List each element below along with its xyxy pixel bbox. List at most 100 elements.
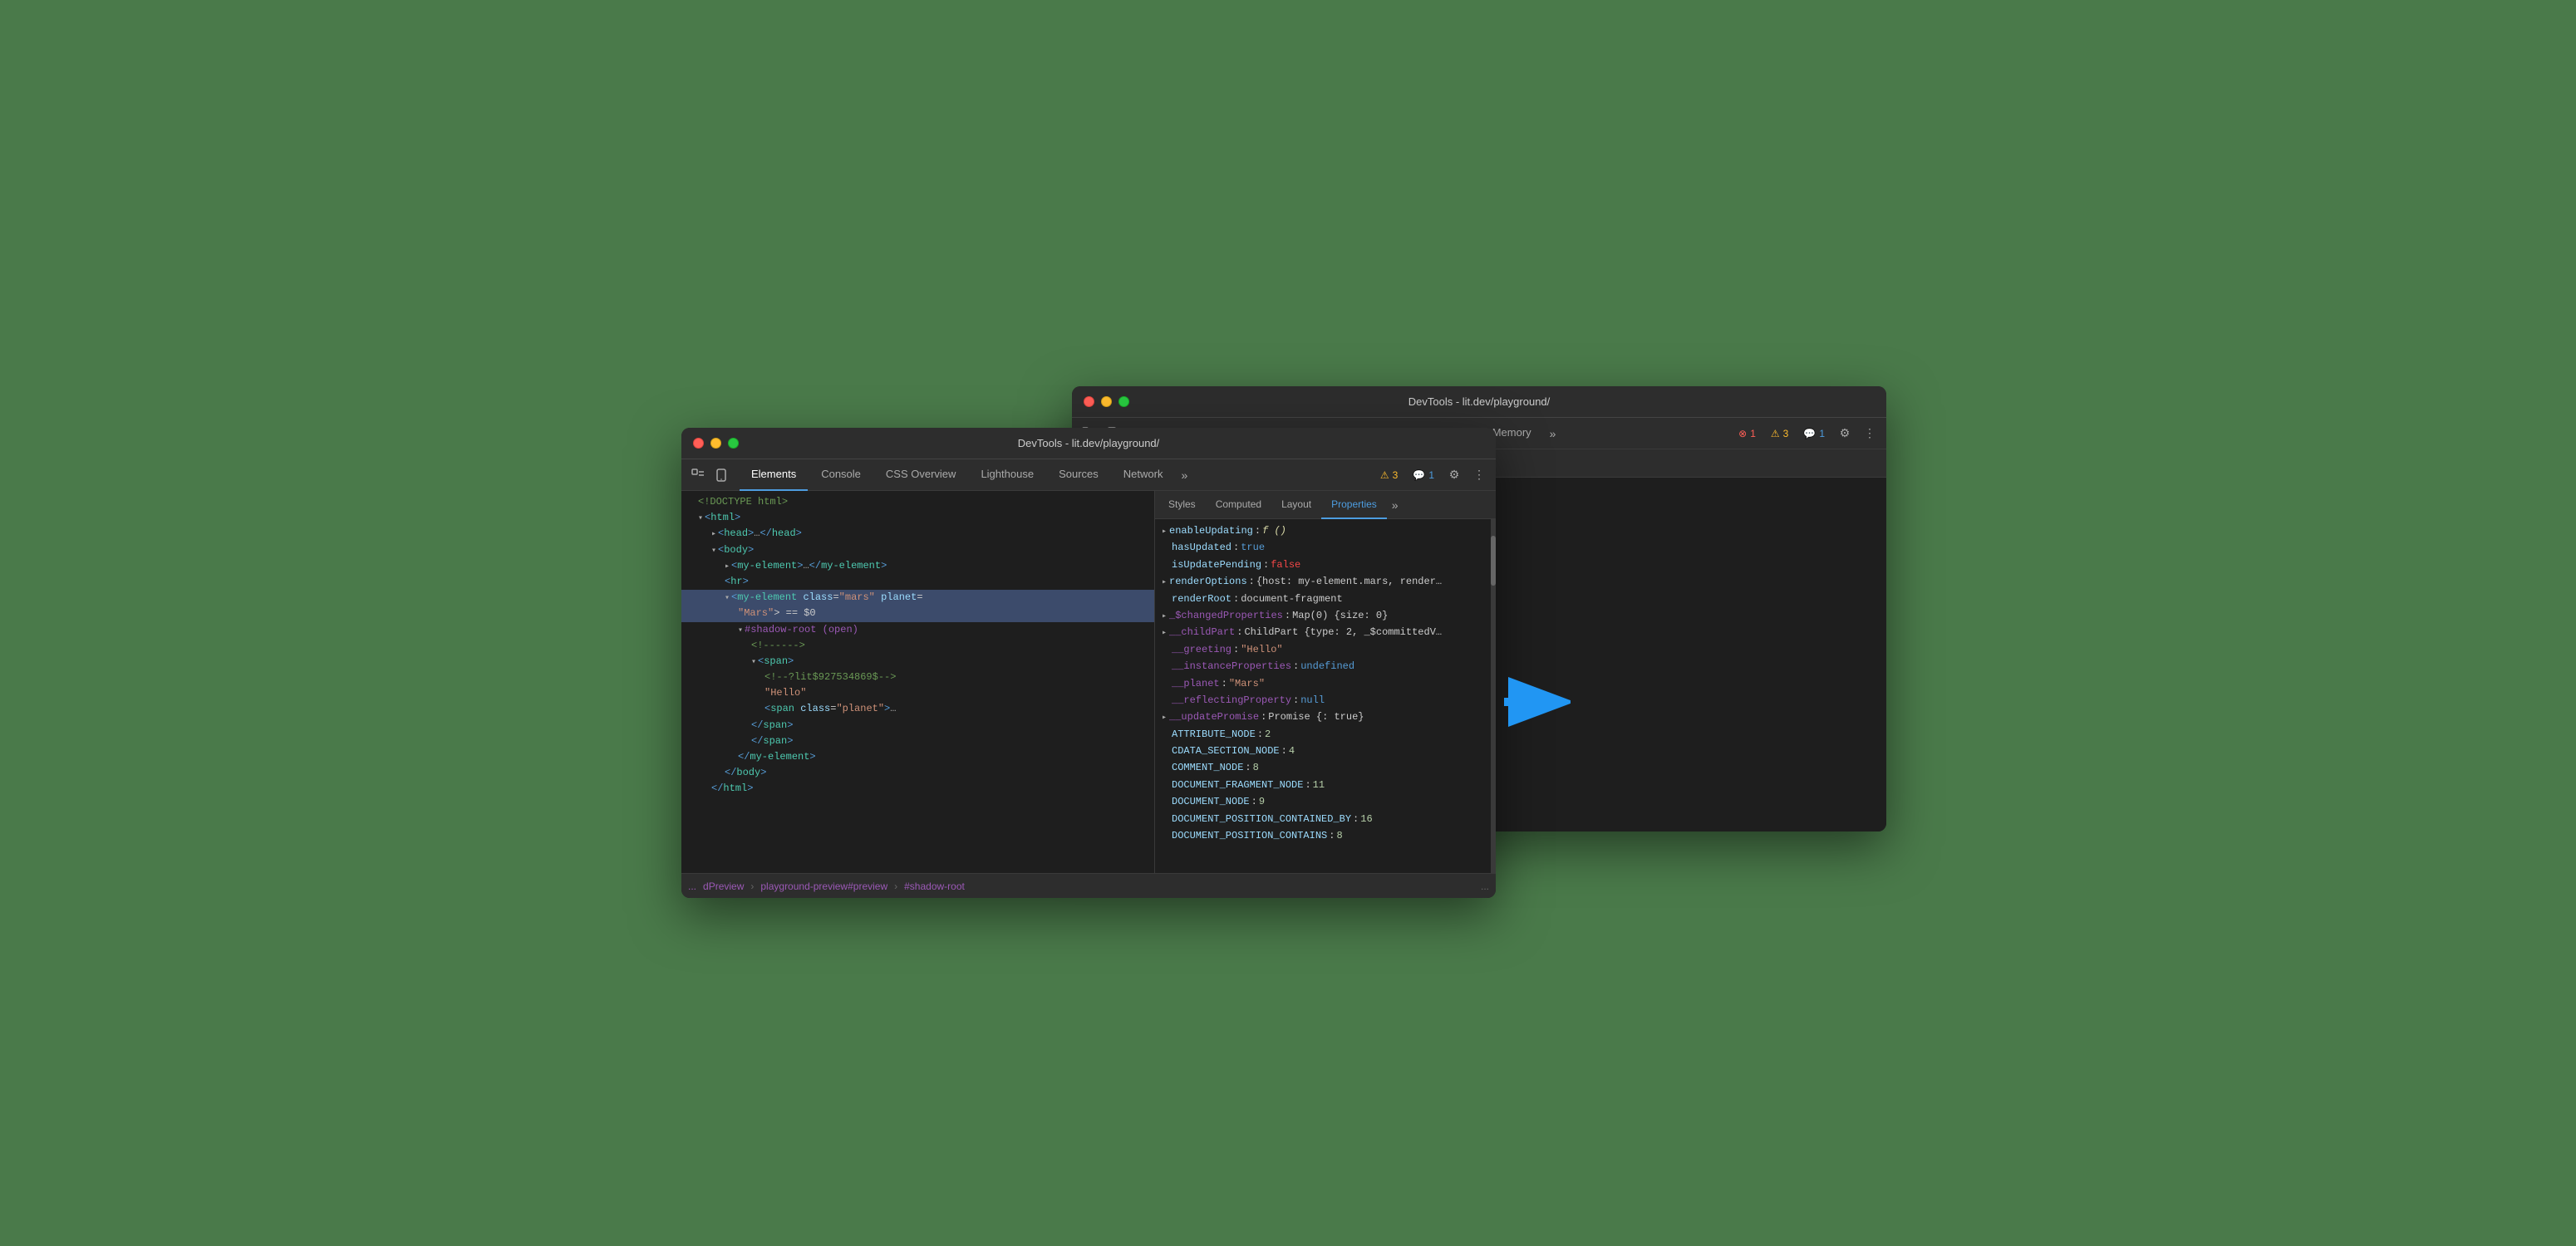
back-error-icon: ⊗ [1738,428,1747,439]
dom-line[interactable]: <!DOCTYPE html> [681,494,1154,510]
front-device-icon[interactable] [711,465,731,485]
back-badge-warning: ⚠ 3 [1766,426,1793,441]
status-preview[interactable]: playground-preview#preview [760,881,887,892]
dom-line[interactable]: ▾<html> [681,510,1154,526]
front-maximize-button[interactable] [728,438,739,449]
property-row[interactable]: __greeting: "Hello" [1155,641,1491,658]
property-row[interactable]: ▸_$changedProperties: Map(0) {size: 0} [1155,607,1491,624]
front-title-bar: DevTools - lit.dev/playground/ [681,428,1496,459]
back-settings-icon[interactable]: ⚙ [1835,424,1855,444]
front-properties-panel: Styles Computed Layout Properties » ▸ [1155,491,1496,873]
front-warning-icon: ⚠ [1380,469,1389,481]
front-toolbar-right: ⚠ 3 💬 1 ⚙ ⋮ [1375,465,1489,485]
front-panel-tab-computed[interactable]: Computed [1206,491,1271,519]
dom-line[interactable]: ▾#shadow-root (open) [681,622,1154,638]
back-tab-more[interactable]: » [1545,427,1561,440]
dom-line[interactable]: ▾<body> [681,542,1154,558]
dom-line[interactable]: </span> [681,718,1154,733]
property-row[interactable]: DOCUMENT_POSITION_CONTAINS: 8 [1155,827,1491,844]
front-minimize-button[interactable] [710,438,721,449]
back-close-button[interactable] [1084,396,1094,407]
property-row[interactable]: renderRoot: document-fragment [1155,591,1491,607]
scene: DevTools - lit.dev/playground/ [681,386,1895,860]
property-row[interactable]: ▸__updatePromise: Promise {: true} [1155,709,1491,725]
front-more-icon[interactable]: ⋮ [1469,465,1489,485]
status-sep1: › [750,881,754,892]
property-row[interactable]: ▸renderOptions: {host: my-element.mars, … [1155,573,1491,590]
front-status-bar: ... dPreview › playground-preview#previe… [681,873,1496,898]
dom-line[interactable]: "Hello" [681,685,1154,701]
dom-line[interactable]: <hr> [681,574,1154,590]
dom-line[interactable]: ▾<span> [681,654,1154,670]
front-properties-content: ▸enableUpdating: f ()hasUpdated: trueisU… [1155,519,1491,873]
front-toolbar-icons [688,465,731,485]
back-badge-info: 💬 1 [1798,426,1830,441]
property-row[interactable]: isUpdatePending: false [1155,557,1491,573]
direction-arrow [1496,677,1571,727]
front-settings-icon[interactable]: ⚙ [1444,465,1464,485]
back-more-icon[interactable]: ⋮ [1860,424,1880,444]
front-panel-tab-properties[interactable]: Properties [1321,491,1387,519]
front-tab-elements[interactable]: Elements [740,459,808,491]
status-dpreview[interactable]: dPreview [703,881,744,892]
front-panel-tab-more[interactable]: » [1387,498,1404,512]
front-info-icon: 💬 [1413,469,1425,481]
front-panel-tabs: Styles Computed Layout Properties » [1155,491,1496,519]
back-toolbar-right: ⊗ 1 ⚠ 3 💬 1 ⚙ ⋮ [1733,424,1880,444]
dom-panel: <!DOCTYPE html>▾<html>▸<head>…</head>▾<b… [681,491,1155,873]
dom-line[interactable]: </span> [681,733,1154,749]
front-main-content: <!DOCTYPE html>▾<html>▸<head>…</head>▾<b… [681,491,1496,873]
dom-line[interactable]: <!------> [681,638,1154,654]
property-row[interactable]: ATTRIBUTE_NODE: 2 [1155,726,1491,743]
front-tab-sources[interactable]: Sources [1047,459,1110,491]
property-row[interactable]: __reflectingProperty: null [1155,692,1491,709]
property-row[interactable]: ▸enableUpdating: f () [1155,522,1491,539]
front-tab-css-overview[interactable]: CSS Overview [874,459,968,491]
property-row[interactable]: COMMENT_NODE: 8 [1155,759,1491,776]
property-row[interactable]: hasUpdated: true [1155,539,1491,556]
front-panel-tab-styles[interactable]: Styles [1158,491,1206,519]
back-info-icon: 💬 [1803,428,1816,439]
front-tab-console[interactable]: Console [809,459,873,491]
front-badge-warning: ⚠ 3 [1375,468,1403,483]
dom-line[interactable]: <!--?lit$927534869$--> [681,670,1154,685]
front-close-button[interactable] [693,438,704,449]
dom-line[interactable]: </body> [681,765,1154,781]
front-tab-more[interactable]: » [1176,468,1192,482]
back-title-bar: DevTools - lit.dev/playground/ [1072,386,1886,418]
property-row[interactable]: DOCUMENT_POSITION_CONTAINED_BY: 16 [1155,811,1491,827]
status-sep2: › [894,881,897,892]
front-window-title: DevTools - lit.dev/playground/ [1018,437,1160,449]
dom-line[interactable]: <span class="planet">… [681,701,1154,717]
property-row[interactable]: __planet: "Mars" [1155,675,1491,692]
back-maximize-button[interactable] [1118,396,1129,407]
dom-line[interactable]: "Mars"> == $0 [681,606,1154,621]
front-badge-info: 💬 1 [1408,468,1439,483]
dom-line[interactable]: ▾<my-element class="mars" planet= [681,590,1154,606]
front-toolbar: Elements Console CSS Overview Lighthouse… [681,459,1496,491]
back-minimize-button[interactable] [1101,396,1112,407]
dom-line[interactable]: ▸<my-element>…</my-element> [681,558,1154,574]
back-window-title: DevTools - lit.dev/playground/ [1408,395,1551,408]
property-row[interactable]: DOCUMENT_FRAGMENT_NODE: 11 [1155,777,1491,793]
front-tab-network[interactable]: Network [1112,459,1175,491]
back-badge-error: ⊗ 1 [1733,426,1761,441]
property-row[interactable]: DOCUMENT_NODE: 9 [1155,793,1491,810]
scroll-thumb [1491,536,1496,586]
property-row[interactable]: CDATA_SECTION_NODE: 4 [1155,743,1491,759]
dom-line[interactable]: </html> [681,781,1154,797]
status-shadow[interactable]: #shadow-root [904,881,965,892]
devtools-front-window: DevTools - lit.dev/playground/ [681,428,1496,898]
dom-line[interactable]: </my-element> [681,749,1154,765]
arrow-container [1496,677,1571,731]
status-end-ellipsis: ... [1481,881,1489,892]
property-row[interactable]: ▸__childPart: ChildPart {type: 2, _$comm… [1155,624,1491,640]
front-panel-tab-layout[interactable]: Layout [1271,491,1321,519]
property-row[interactable]: __instanceProperties: undefined [1155,658,1491,675]
status-ellipsis: ... [688,881,696,892]
front-inspect-icon[interactable] [688,465,708,485]
front-tab-lighthouse[interactable]: Lighthouse [969,459,1045,491]
dom-content: <!DOCTYPE html>▾<html>▸<head>…</head>▾<b… [681,491,1154,873]
dom-line[interactable]: ▸<head>…</head> [681,526,1154,542]
back-warning-icon: ⚠ [1771,428,1780,439]
